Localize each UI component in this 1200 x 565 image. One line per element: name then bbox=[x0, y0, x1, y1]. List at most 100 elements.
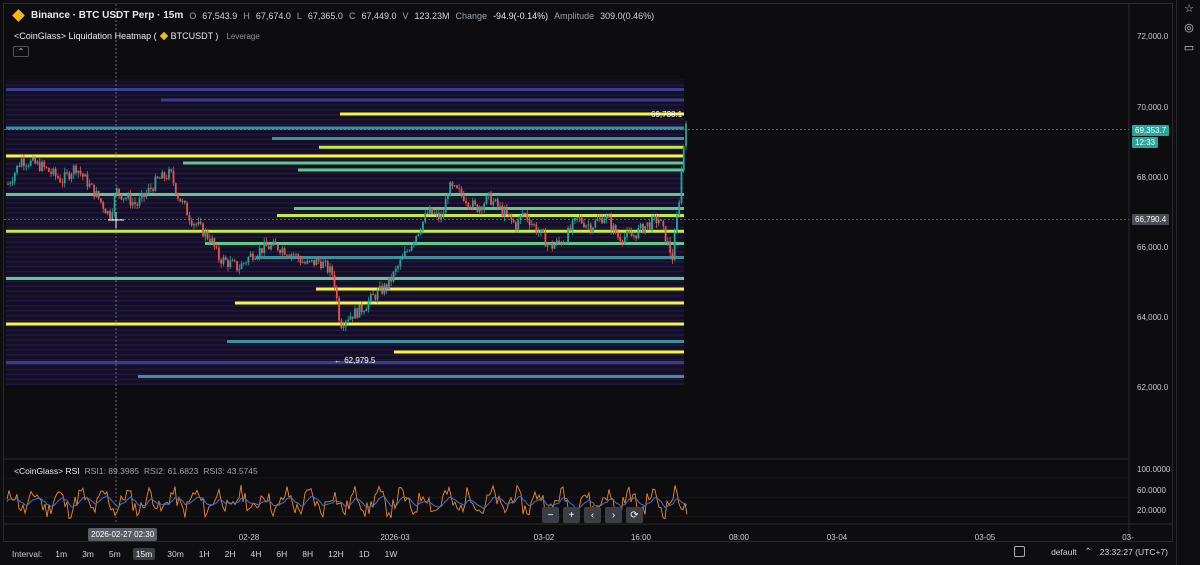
interval-12h[interactable]: 12H bbox=[325, 548, 347, 560]
layout-checkbox[interactable] bbox=[1014, 546, 1026, 557]
candle-body bbox=[598, 217, 601, 220]
candle-body bbox=[149, 187, 152, 189]
candle-body bbox=[433, 213, 436, 215]
interval-6h[interactable]: 6H bbox=[273, 548, 290, 560]
heatmap-faint-band bbox=[6, 280, 684, 283]
candle-body bbox=[551, 243, 554, 249]
candle-body bbox=[478, 206, 481, 212]
heatmap-faint-band bbox=[6, 349, 684, 351]
chart-canvas[interactable] bbox=[4, 4, 1173, 542]
candle-body bbox=[281, 248, 284, 253]
candle-body bbox=[642, 223, 644, 234]
candle-body bbox=[530, 224, 533, 225]
interval-2h[interactable]: 2H bbox=[222, 548, 239, 560]
candle-body bbox=[304, 262, 306, 264]
interval-3m[interactable]: 3m bbox=[79, 548, 97, 560]
candle-body bbox=[385, 284, 388, 290]
interval-30m[interactable]: 30m bbox=[164, 548, 187, 560]
high-value: 67,674.0 bbox=[255, 10, 291, 21]
interval-5m[interactable]: 5m bbox=[106, 548, 124, 560]
candle-body bbox=[422, 221, 424, 231]
candle-body bbox=[476, 204, 479, 212]
interval-1d[interactable]: 1D bbox=[356, 548, 373, 560]
rsi-indicator-title[interactable]: <CoinGlass> RSI RSI1: 89.3985 RSI2: 61.6… bbox=[14, 466, 258, 476]
chart-area[interactable]: Binance · BTC USDT Perp · 15m O 67,543.9 … bbox=[3, 3, 1173, 542]
zoom-out-button[interactable]: − bbox=[542, 507, 559, 523]
heatmap-faint-band bbox=[6, 368, 684, 371]
heatmap-faint-band bbox=[6, 373, 684, 376]
time-tick: 2026-03 bbox=[380, 533, 410, 542]
heatmap-band bbox=[340, 112, 684, 116]
heatmap-indicator-title[interactable]: <CoinGlass> Liquidation Heatmap ( BTCUSD… bbox=[14, 31, 260, 41]
collapse-legend-button[interactable]: ⌃ bbox=[13, 46, 29, 57]
star-icon[interactable]: ☆ bbox=[1183, 3, 1195, 15]
heatmap-faint-band bbox=[6, 118, 684, 121]
heatmap-faint-band bbox=[6, 295, 684, 297]
candle-body bbox=[533, 224, 535, 225]
candle-body bbox=[32, 157, 34, 161]
rsi2-value: RSI2: 61.6823 bbox=[144, 466, 199, 476]
candle-body bbox=[408, 250, 411, 252]
candle-body bbox=[608, 215, 610, 218]
scroll-left-button[interactable]: ‹ bbox=[584, 507, 601, 523]
scroll-right-button[interactable]: › bbox=[605, 507, 622, 523]
interval-4h[interactable]: 4H bbox=[248, 548, 265, 560]
candle-body bbox=[16, 165, 18, 173]
time-tick: 03-04 bbox=[826, 533, 848, 542]
heatmap-faint-band bbox=[6, 310, 684, 312]
leverage-label[interactable]: Leverage bbox=[226, 32, 259, 41]
candle-body bbox=[197, 221, 200, 225]
heatmap-faint-band bbox=[6, 158, 684, 160]
heatmap-faint-band bbox=[6, 177, 684, 180]
theme-selector[interactable]: default bbox=[1051, 547, 1077, 557]
candle-body bbox=[63, 172, 66, 184]
chevron-up-icon[interactable]: ⌃ bbox=[1085, 546, 1092, 557]
candle-body bbox=[292, 254, 295, 256]
globe-icon[interactable]: ◎ bbox=[1183, 22, 1195, 34]
candle-body bbox=[351, 316, 354, 319]
candle-body bbox=[18, 165, 21, 167]
heatmap-faint-band bbox=[6, 94, 684, 96]
candle-body bbox=[125, 198, 127, 200]
interval-1w[interactable]: 1W bbox=[382, 548, 401, 560]
candle-body bbox=[310, 259, 313, 261]
candle-body bbox=[637, 228, 640, 239]
zoom-in-button[interactable]: + bbox=[563, 507, 580, 523]
symbol-label[interactable]: Binance · BTC USDT Perp · 15m bbox=[31, 10, 183, 21]
candle-body bbox=[374, 295, 377, 300]
high-key: H bbox=[243, 10, 250, 21]
chat-icon[interactable]: ▭ bbox=[1183, 42, 1195, 54]
candle-body bbox=[45, 166, 48, 168]
candle-body bbox=[394, 268, 397, 272]
interval-1m[interactable]: 1m bbox=[52, 548, 70, 560]
time-tick: 03-02 bbox=[533, 533, 555, 542]
candle-body bbox=[154, 176, 157, 191]
candle-body bbox=[437, 212, 440, 220]
candle-body bbox=[147, 187, 150, 193]
candle-body bbox=[195, 223, 198, 225]
candle-body bbox=[315, 259, 318, 266]
interval-1h[interactable]: 1H bbox=[196, 548, 213, 560]
candle-body bbox=[172, 171, 175, 184]
candle-body bbox=[295, 254, 297, 256]
candle-body bbox=[673, 232, 676, 261]
candle-body bbox=[390, 277, 393, 282]
candle-body bbox=[90, 183, 93, 185]
candle-body bbox=[324, 261, 327, 262]
amplitude-key: Amplitude bbox=[554, 10, 595, 21]
candle-body bbox=[358, 304, 361, 318]
candle-body bbox=[143, 193, 145, 198]
candle-body bbox=[560, 242, 563, 245]
candle-body bbox=[93, 184, 96, 197]
candle-body bbox=[274, 241, 277, 245]
interval-8h[interactable]: 8H bbox=[299, 548, 316, 560]
candle-body bbox=[490, 192, 492, 205]
candle-body bbox=[322, 261, 325, 268]
candle-body bbox=[109, 210, 111, 220]
reset-chart-button[interactable]: ⟳ bbox=[626, 507, 643, 523]
candle-body bbox=[106, 210, 109, 214]
interval-15m[interactable]: 15m bbox=[132, 547, 156, 560]
candle-body bbox=[183, 200, 186, 203]
heatmap-faint-band bbox=[6, 133, 684, 136]
candle-body bbox=[537, 232, 540, 233]
